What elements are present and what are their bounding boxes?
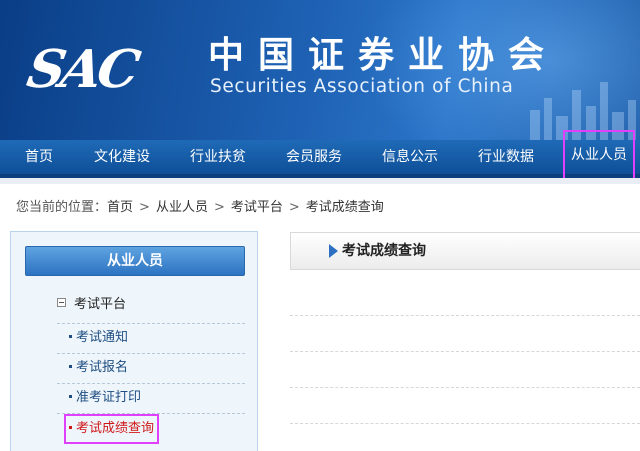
sidebar-link-admission-ticket[interactable]: 准考证打印 <box>69 388 141 408</box>
breadcrumb-practitioners[interactable]: 从业人员 <box>156 200 208 215</box>
content-divider <box>290 423 640 424</box>
nav-item-member-services[interactable]: 会员服务 <box>276 140 352 174</box>
sidebar-link-exam-notice[interactable]: 考试通知 <box>69 328 128 348</box>
divider <box>57 413 245 414</box>
sidebar-group-exam-platform[interactable]: 考试平台 <box>57 296 126 314</box>
site-banner: SAC 中国证券业协会 Securities Association of Ch… <box>0 0 640 140</box>
logo-wordmark: SAC <box>22 39 141 100</box>
nav-item-culture[interactable]: 文化建设 <box>84 140 160 174</box>
arrow-right-icon <box>329 244 338 258</box>
content-divider <box>290 387 640 388</box>
divider <box>57 353 245 354</box>
site-name-chinese: 中国证券业协会 <box>208 35 559 76</box>
breadcrumb-prefix: 您当前的位置： <box>16 200 108 215</box>
content-divider <box>290 351 640 352</box>
nav-item-practitioners[interactable]: 从业人员 <box>563 130 635 180</box>
main-nav: 首页 文化建设 行业扶贫 会员服务 信息公示 行业数据 从业人员 <box>0 130 640 180</box>
sidebar-link-label: 准考证打印 <box>76 390 142 405</box>
sac-logo[interactable]: SAC <box>23 38 188 102</box>
nav-underline <box>0 178 640 184</box>
breadcrumb-home[interactable]: 首页 <box>107 200 133 215</box>
bullet-icon <box>69 335 72 338</box>
nav-item-home[interactable]: 首页 <box>8 140 70 174</box>
sidebar-heading: 从业人员 <box>25 246 245 276</box>
site-name-english: Securities Association of China <box>210 76 514 97</box>
collapse-icon[interactable] <box>57 298 66 307</box>
sidebar-link-label: 考试报名 <box>76 360 129 375</box>
breadcrumb: 您当前的位置：首页 > 从业人员 > 考试平台 > 考试成绩查询 <box>16 198 384 218</box>
content-title: 考试成绩查询 <box>342 243 426 259</box>
sidebar: 从业人员 考试平台 考试通知 考试报名 准考证打印 考试成绩查询 <box>10 231 258 451</box>
sidebar-link-score-query[interactable]: 考试成绩查询 <box>63 414 160 444</box>
divider <box>57 383 245 384</box>
sidebar-group-label: 考试平台 <box>74 297 127 312</box>
breadcrumb-current: 考试成绩查询 <box>305 200 384 215</box>
breadcrumb-separator: > <box>213 200 225 215</box>
content-divider <box>290 315 640 316</box>
breadcrumb-separator: > <box>139 200 150 215</box>
divider <box>57 323 245 324</box>
bullet-icon <box>69 365 72 368</box>
bullet-icon <box>69 395 72 398</box>
sidebar-link-label: 考试通知 <box>76 330 129 345</box>
sidebar-link-label: 考试成绩查询 <box>76 421 155 436</box>
nav-item-industry-data[interactable]: 行业数据 <box>468 140 544 174</box>
bullet-icon <box>69 426 72 429</box>
breadcrumb-separator: > <box>288 200 300 215</box>
nav-item-poverty-relief[interactable]: 行业扶贫 <box>180 140 256 174</box>
nav-item-disclosure[interactable]: 信息公示 <box>372 140 448 174</box>
content-header: 考试成绩查询 <box>290 232 640 270</box>
sidebar-link-exam-registration[interactable]: 考试报名 <box>69 358 128 378</box>
breadcrumb-exam-platform[interactable]: 考试平台 <box>231 200 283 215</box>
